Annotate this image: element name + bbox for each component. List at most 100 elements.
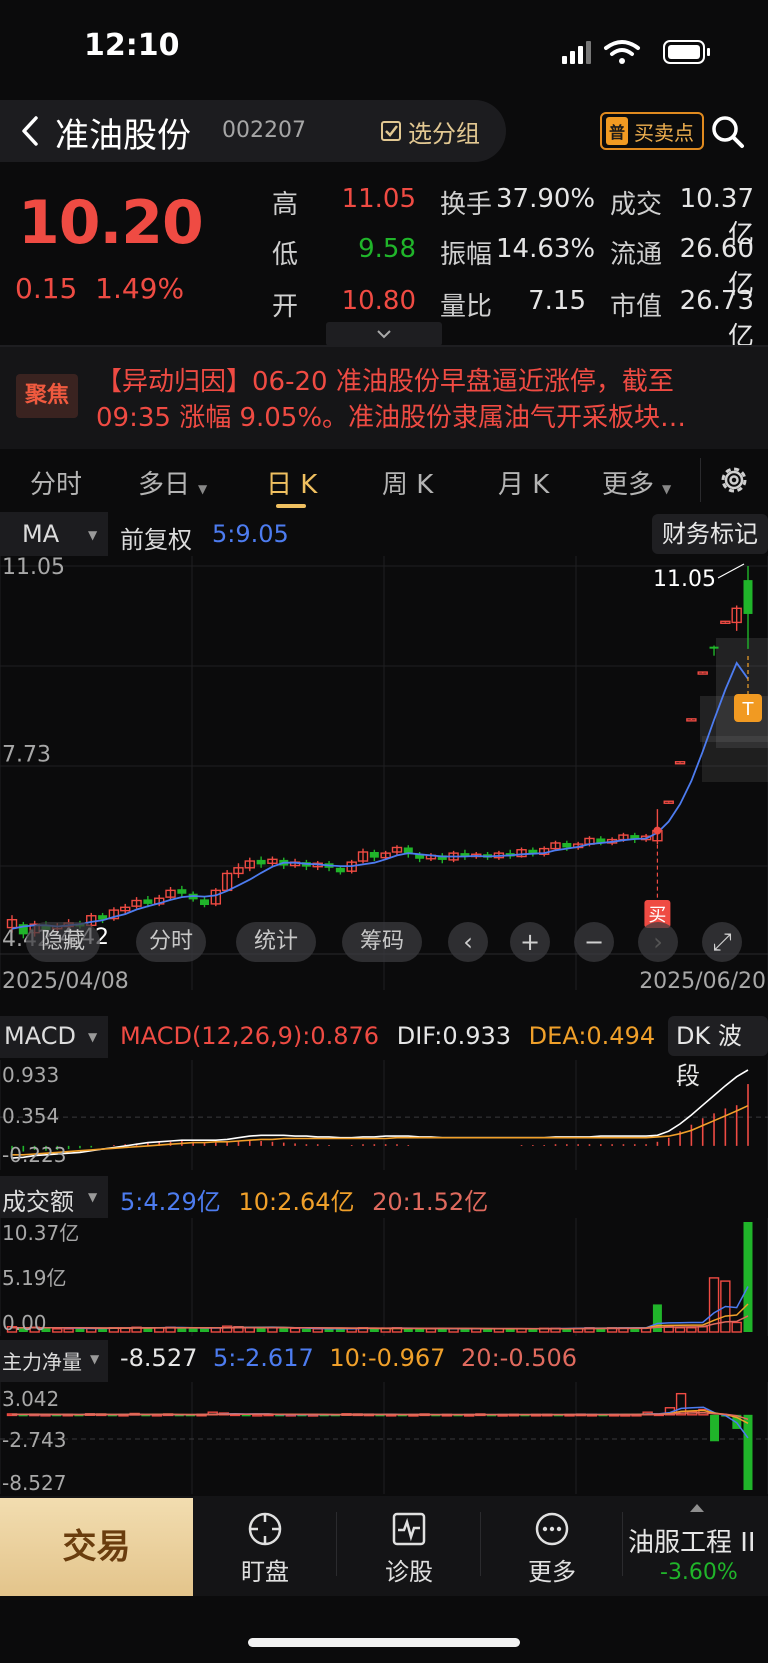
caret-up-icon (690, 1504, 704, 1512)
current-price: 10.20 (18, 188, 204, 258)
divider (336, 1512, 337, 1576)
volume-ma5-line (12, 1286, 749, 1330)
caret-down-icon: ▼ (90, 1352, 100, 1366)
fullscreen-icon[interactable]: ⤢ (702, 922, 742, 962)
chips-button[interactable]: 筹码 (342, 922, 422, 962)
tab-weekly-k[interactable]: 周 K (382, 464, 433, 501)
stats-button[interactable]: 统计 (236, 922, 316, 962)
high-marker: 11.05 (653, 567, 716, 592)
trade-button[interactable]: 交易 (0, 1498, 193, 1596)
nav-watch-label: 盯盘 (241, 1558, 289, 1586)
quote-label-low: 低 (272, 240, 299, 270)
volume-ma10-line (12, 1303, 749, 1330)
highlight-box (702, 736, 768, 782)
zoom-in-icon[interactable]: + (510, 922, 550, 962)
candle-body (256, 859, 266, 865)
dif-label: DIF:0.933 (396, 1022, 512, 1050)
quote-value-volume-ratio: 7.15 (528, 286, 586, 316)
main-force-value: -8.527 (120, 1344, 198, 1372)
focus-badge: 聚焦 (16, 374, 78, 418)
search-icon[interactable] (708, 112, 748, 152)
candle-body (177, 889, 187, 894)
select-group-button[interactable]: 选分组 (380, 114, 480, 148)
quote-value-market-cap: 26.73亿 (679, 286, 754, 352)
expand-quote-button[interactable] (326, 322, 442, 346)
gear-icon[interactable] (716, 462, 752, 498)
quote-value-amplitude: 14.63% (496, 234, 596, 264)
select-group-label: 选分组 (408, 119, 480, 148)
zoom-out-icon[interactable]: − (574, 922, 614, 962)
tab-multi-day[interactable]: 多日 ▼ (138, 464, 207, 501)
caret-down-icon: ▼ (198, 482, 208, 496)
active-tab-indicator (276, 504, 306, 508)
sector-name[interactable]: 油服工程 II (628, 1522, 756, 1559)
crosshair-icon (248, 1512, 282, 1546)
caret-down-icon: ▼ (662, 482, 672, 496)
quote-label-float: 流通 (610, 240, 663, 270)
macd-values: MACD(12,26,9):0.876 DIF:0.933 DEA:0.494 (120, 1022, 655, 1050)
main-force-label: 主力净量 (2, 1350, 82, 1374)
buy-sell-label: 买卖点 (634, 120, 695, 145)
dea-label: DEA:0.494 (528, 1022, 656, 1050)
y-tick-label: 0.354 (2, 1104, 59, 1128)
volume-bar (63, 1328, 74, 1333)
volume-bar (674, 1327, 686, 1333)
back-icon[interactable] (14, 108, 48, 154)
volume-bar (199, 1328, 209, 1332)
quote-label-volume-ratio: 量比 (440, 292, 493, 322)
quote-label-open: 开 (272, 292, 299, 322)
status-time: 12:10 (84, 28, 180, 63)
y-tick-label: 0.00 (2, 1311, 47, 1335)
y-tick-label: -0.223 (2, 1143, 66, 1167)
dea-line (12, 1104, 749, 1156)
chevron-left-icon[interactable]: ‹ (448, 922, 488, 962)
candle-body (199, 899, 209, 906)
y-tick-label: 11.05 (2, 556, 65, 580)
dif-line (11, 1069, 749, 1159)
tab-timeshare[interactable]: 分时 (30, 464, 82, 501)
caret-down-icon: ▼ (88, 528, 98, 542)
timeshare-button[interactable]: 分时 (136, 922, 206, 962)
main-force-ma5: 5:-2.617 (213, 1344, 314, 1372)
macd-chart: 0.933 0.354 -0.223 (0, 1060, 768, 1170)
buy-sell-points-button[interactable]: 普 买卖点 (600, 112, 705, 150)
volume-bar (312, 1328, 323, 1333)
news-text[interactable]: 【异动归因】06-20 准油股份早盘逼近涨停，截至09:35 涨幅 9.05%。… (96, 364, 748, 436)
dif-value: 0.933 (442, 1022, 512, 1050)
quote-value-low: 9.58 (358, 234, 416, 264)
tab-more[interactable]: 更多 ▼ (602, 464, 671, 501)
nav-watch[interactable]: 盯盘 (210, 1510, 320, 1587)
main-force-chart: 3.042 -2.743 -8.527 (0, 1382, 768, 1494)
adjust-mode[interactable]: 前复权 (120, 520, 192, 555)
price-change: 0.15 1.49% (15, 272, 184, 305)
financial-mark-button[interactable]: 财务标记 (652, 514, 768, 554)
volume-bar (75, 1328, 85, 1332)
change-value: 0.15 (15, 272, 78, 305)
volume-bar (743, 1222, 753, 1332)
stock-name: 准油股份 (55, 116, 191, 156)
nav-more[interactable]: 更多 (497, 1510, 607, 1587)
volume-bar (731, 1321, 742, 1333)
change-percent: 1.49% (95, 272, 185, 305)
sector-change: -3.60% (660, 1560, 738, 1585)
main-force-ma20: 20:-0.506 (461, 1344, 578, 1372)
tab-daily-k[interactable]: 日 K (266, 464, 317, 501)
nav-diagnose[interactable]: 诊股 (354, 1510, 464, 1587)
macd-title: MACD(12,26,9):0.876 (120, 1022, 380, 1050)
main-force-ma5-line (12, 1406, 749, 1439)
quote-value-turnover: 37.90% (496, 184, 596, 214)
x-tick-label: 2025/06/20 (639, 969, 766, 994)
chevron-right-icon[interactable]: › (638, 922, 678, 962)
caret-down-icon: ▼ (88, 1030, 98, 1044)
quote-value-high: 11.05 (341, 184, 416, 214)
candle-body (743, 580, 753, 614)
volume-ma5: 5:4.29亿 (120, 1188, 221, 1216)
hide-button[interactable]: 隐藏 (26, 922, 100, 962)
volume-ma20-line (12, 1315, 749, 1330)
main-force-bar (710, 1414, 720, 1442)
tab-monthly-k[interactable]: 月 K (498, 464, 549, 501)
dk-wave-button[interactable]: DK 波段 (668, 1016, 768, 1090)
volume-bar (279, 1328, 289, 1332)
main-force-bar (743, 1414, 753, 1490)
volume-bar (289, 1327, 301, 1333)
